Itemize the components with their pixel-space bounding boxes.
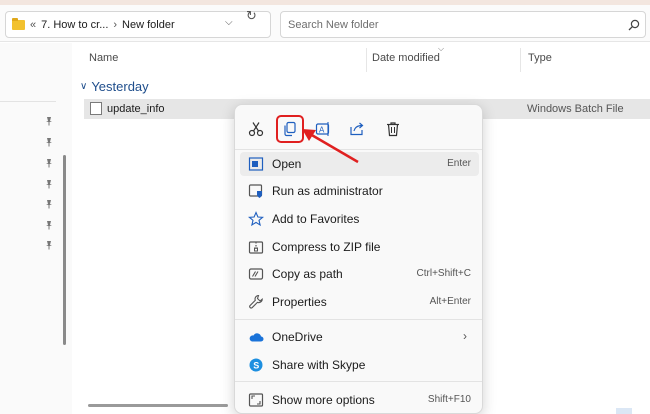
pin-icon: [46, 200, 52, 209]
zip-icon: [248, 241, 264, 254]
admin-shield-icon: [248, 184, 263, 198]
menu-item-label: Show more options: [272, 393, 375, 407]
menu-item-label: Properties: [272, 295, 327, 309]
address-row: « 7. How to cr... › New folder ⌵ ↻ Searc…: [0, 5, 650, 42]
menu-divider: [235, 149, 482, 150]
rename-button[interactable]: A: [309, 115, 337, 143]
pin-icon: [46, 241, 52, 250]
svg-text:A: A: [319, 126, 325, 135]
menu-item-copy-as-path[interactable]: Copy as path Ctrl+Shift+C: [240, 262, 479, 286]
cut-icon: [248, 122, 264, 137]
cut-button[interactable]: [242, 115, 270, 143]
copy-icon: [284, 121, 296, 137]
more-options-icon: [248, 393, 264, 407]
menu-divider: [235, 381, 482, 382]
chevron-right-icon: ›: [463, 329, 467, 343]
delete-button[interactable]: [379, 115, 407, 143]
menu-item-add-to-favorites[interactable]: Add to Favorites: [240, 207, 479, 231]
menu-item-open[interactable]: Open Enter: [240, 152, 479, 176]
menu-item-shortcut: Enter: [447, 158, 471, 169]
search-input[interactable]: Search New folder: [280, 11, 646, 38]
breadcrumb-item[interactable]: 7. How to cr...: [41, 19, 108, 31]
address-bar[interactable]: « 7. How to cr... › New folder ⌵: [5, 11, 271, 38]
menu-divider: [235, 319, 482, 320]
nav-divider: [0, 101, 56, 102]
menu-item-shortcut: Ctrl+Shift+C: [416, 268, 471, 279]
menu-item-shortcut: Alt+Enter: [429, 296, 471, 307]
pin-icon: [46, 159, 52, 168]
column-type[interactable]: Type: [528, 52, 552, 64]
menu-item-label: Open: [272, 157, 302, 171]
group-label: Yesterday: [91, 79, 149, 94]
share-button[interactable]: [343, 115, 371, 143]
file-type: Windows Batch File: [527, 103, 624, 115]
file-name[interactable]: update_info: [107, 103, 165, 115]
open-icon: [248, 157, 264, 171]
horizontal-scrollbar[interactable]: [88, 404, 228, 407]
skype-icon: S: [249, 358, 263, 372]
refresh-icon[interactable]: ↻: [246, 8, 257, 24]
delete-icon: [387, 122, 399, 137]
copy-path-icon: [248, 268, 264, 280]
pin-icon: [46, 180, 52, 189]
menu-item-label: Share with Skype: [272, 358, 366, 372]
column-date-modified[interactable]: Date modified: [372, 52, 440, 64]
share-icon: [350, 122, 364, 136]
menu-item-compress-to-zip[interactable]: Compress to ZIP file: [240, 235, 479, 259]
batch-file-icon: [90, 102, 102, 115]
menu-item-onedrive[interactable]: OneDrive ›: [240, 325, 479, 349]
rename-icon: A: [315, 122, 330, 136]
view-toggle-button[interactable]: [616, 408, 632, 414]
onedrive-icon: [249, 333, 264, 342]
menu-item-label: Run as administrator: [272, 184, 383, 198]
star-icon: [248, 211, 264, 227]
svg-text:S: S: [253, 361, 259, 371]
menu-item-label: Add to Favorites: [272, 212, 360, 226]
navigation-pane: [0, 43, 72, 414]
breadcrumb-item[interactable]: New folder: [122, 19, 175, 31]
menu-item-label: Compress to ZIP file: [272, 240, 381, 254]
menu-item-show-more-options[interactable]: Show more options Shift+F10: [240, 388, 479, 412]
column-separator[interactable]: [366, 48, 367, 72]
pin-icon: [46, 117, 52, 126]
context-menu: A Open Enter Run as administrator Add to…: [234, 104, 483, 414]
column-separator[interactable]: [520, 48, 521, 72]
search-icon[interactable]: [628, 19, 640, 31]
menu-item-shortcut: Shift+F10: [427, 394, 471, 405]
menu-item-share-with-skype[interactable]: S Share with Skype: [240, 353, 479, 377]
pin-icon: [46, 221, 52, 230]
column-name[interactable]: Name: [89, 52, 118, 64]
menu-item-properties[interactable]: Properties Alt+Enter: [240, 290, 479, 314]
nav-scrollbar[interactable]: [63, 155, 66, 345]
group-header[interactable]: ∨ Yesterday: [80, 79, 149, 94]
chevron-down-icon[interactable]: ⌵: [225, 17, 233, 28]
copy-button[interactable]: [276, 115, 304, 143]
menu-item-label: Copy as path: [272, 267, 343, 281]
menu-item-run-as-administrator[interactable]: Run as administrator: [240, 179, 479, 203]
pin-icon: [46, 138, 52, 147]
breadcrumb-separator: ›: [113, 18, 118, 31]
search-placeholder: Search New folder: [288, 19, 379, 31]
menu-item-label: OneDrive: [272, 330, 323, 344]
wrench-icon: [249, 294, 263, 309]
chevron-down-icon: ∨: [80, 81, 88, 92]
breadcrumb-overflow[interactable]: «: [30, 19, 36, 31]
folder-icon: [12, 17, 25, 30]
